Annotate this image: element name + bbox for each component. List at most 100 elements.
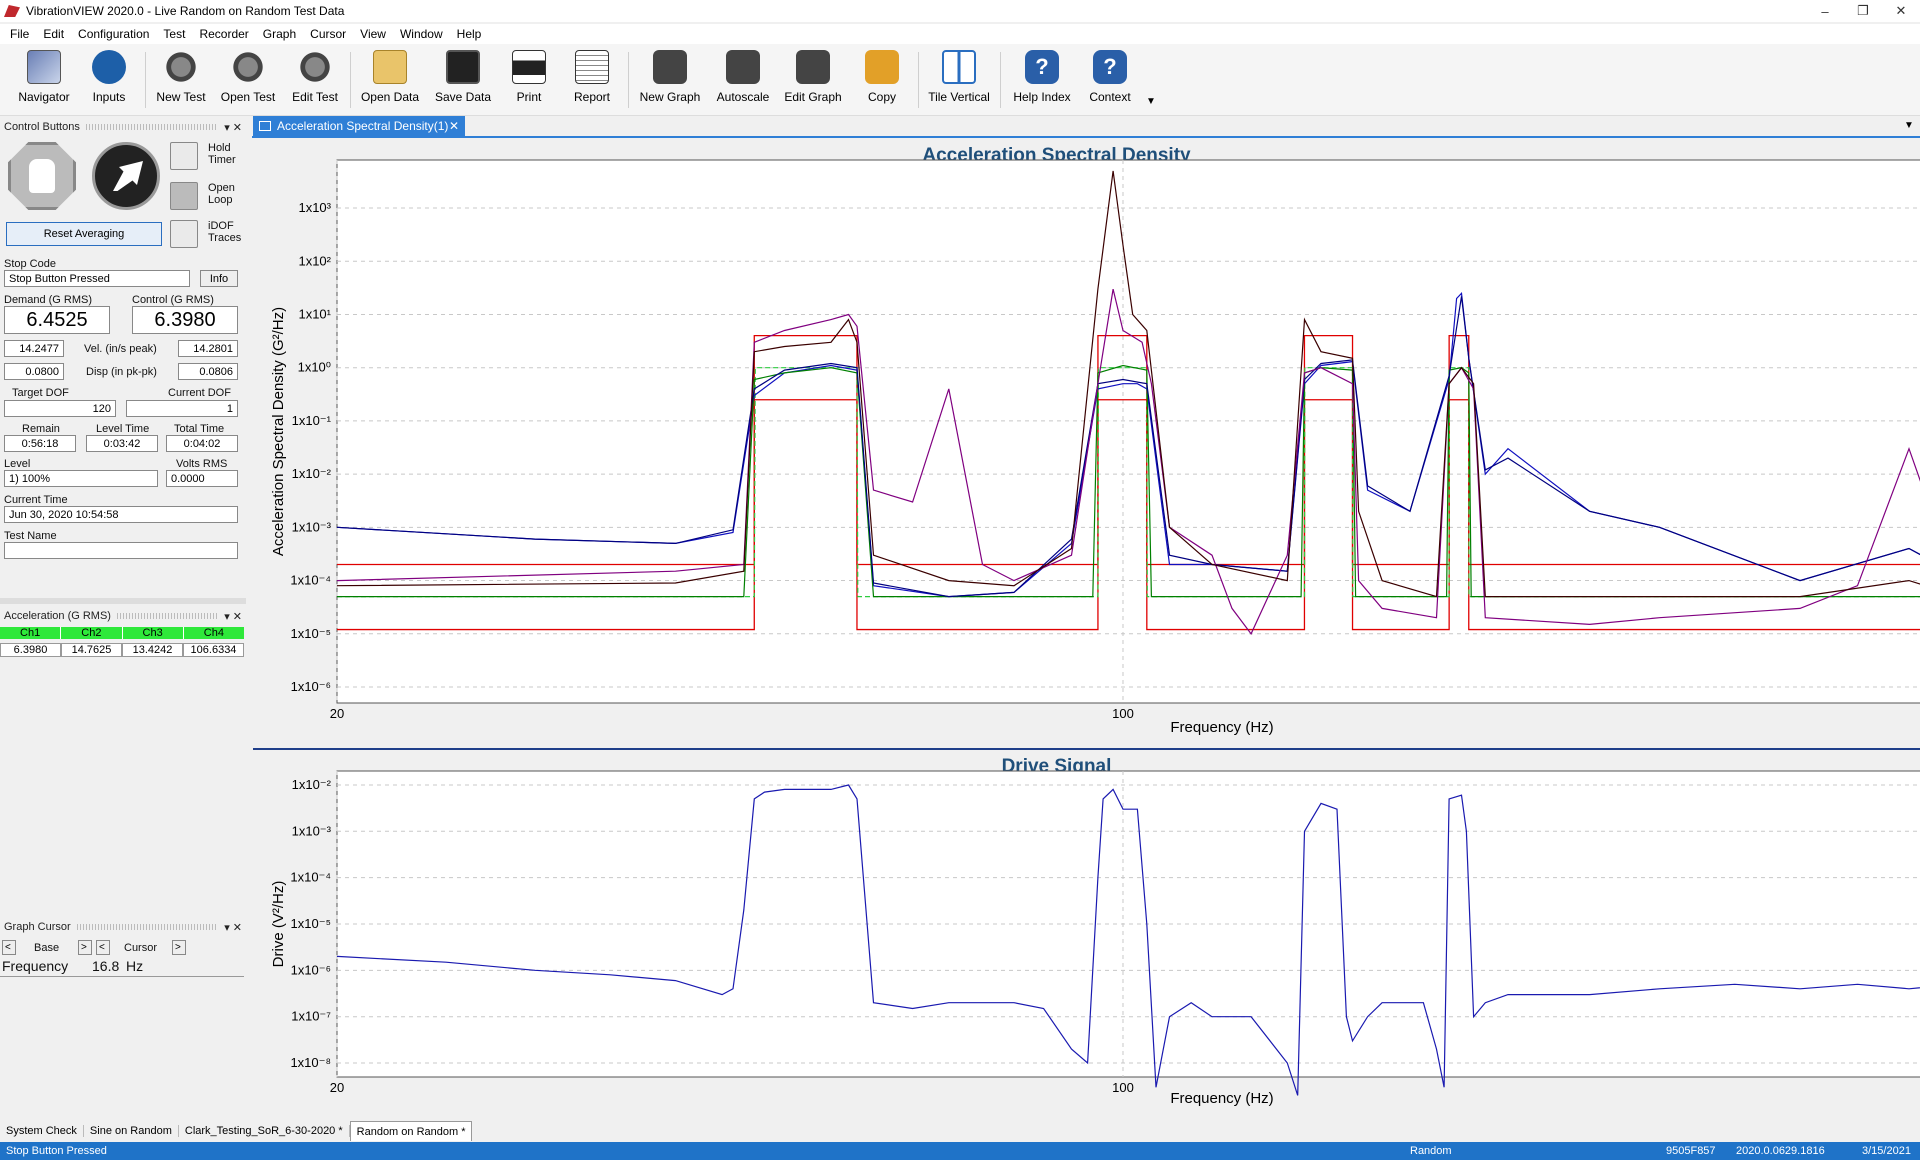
- tab-clark-testing[interactable]: Clark_Testing_SoR_6-30-2020 *: [179, 1125, 350, 1137]
- copy-button[interactable]: Copy: [856, 50, 908, 110]
- control-value: 6.3980: [132, 306, 238, 334]
- panel-close-icon[interactable]: ✕: [233, 610, 242, 623]
- acceleration-panel: Acceleration (G RMS) ▾ ✕ Ch1 Ch2 Ch3 Ch4 …: [0, 607, 246, 667]
- plot-area: [336, 159, 1920, 704]
- minimize-icon[interactable]: –: [1806, 0, 1844, 22]
- current-dof-field: 1: [126, 400, 238, 417]
- y-tick-label: 1x10⁻⁵: [291, 916, 331, 931]
- cursor-next-button[interactable]: >: [172, 940, 186, 955]
- close-icon[interactable]: ✕: [1882, 0, 1920, 22]
- help-index-button[interactable]: ? Help Index: [1008, 50, 1076, 110]
- control-buttons-panel: Control Buttons ▾ ✕ Hold Timer Open Loop …: [0, 118, 246, 598]
- context-button[interactable]: ? Context: [1082, 50, 1138, 110]
- autoscale-label: Autoscale: [716, 90, 770, 104]
- menu-window[interactable]: Window: [400, 27, 443, 41]
- new-test-label: New Test: [156, 90, 206, 104]
- panel-dropdown-icon[interactable]: ▾: [224, 610, 230, 623]
- print-button[interactable]: Print: [504, 50, 554, 110]
- menu-recorder[interactable]: Recorder: [199, 27, 248, 41]
- channel-header-ch1: Ch1: [0, 627, 62, 639]
- y-tick-label: 1x10⁻⁶: [291, 962, 331, 977]
- asd-chart[interactable]: Acceleration Spectral Density1x10⁻⁶1x10⁻…: [253, 140, 1920, 748]
- report-button[interactable]: Report: [566, 50, 618, 110]
- drive-chart[interactable]: Drive Signal1x10⁻⁸1x10⁻⁷1x10⁻⁶1x10⁻⁵1x10…: [253, 751, 1920, 1117]
- inputs-button[interactable]: Inputs: [82, 50, 136, 110]
- toolbar-overflow-chevron-icon[interactable]: ▼: [1146, 96, 1156, 107]
- tab-list-chevron-icon[interactable]: ▼: [1904, 120, 1914, 131]
- control-label: Control (G RMS): [132, 294, 214, 306]
- reset-averaging-button[interactable]: Reset Averaging: [6, 222, 162, 246]
- base-next-button[interactable]: >: [78, 940, 92, 955]
- edit-graph-button[interactable]: Edit Graph: [782, 50, 844, 110]
- panel-close-icon[interactable]: ✕: [233, 921, 242, 934]
- level-time-label: Level Time: [96, 423, 150, 435]
- info-button[interactable]: Info: [200, 270, 238, 287]
- y-tick-label: 1x10⁻⁶: [291, 679, 331, 694]
- start-button[interactable]: [92, 142, 160, 210]
- open-data-button[interactable]: Open Data: [358, 50, 422, 110]
- y-tick-label: 1x10⁻²: [292, 466, 332, 481]
- new-test-button[interactable]: New Test: [152, 50, 210, 110]
- gear-open-icon: [231, 50, 265, 84]
- hold-timer-checkbox[interactable]: [170, 142, 198, 170]
- base-prev-button[interactable]: <: [2, 940, 16, 955]
- tile-vertical-button[interactable]: Tile Vertical: [926, 50, 992, 110]
- folder-icon: [373, 50, 407, 84]
- menu-file[interactable]: File: [10, 27, 29, 41]
- printer-icon: [512, 50, 546, 84]
- x-tick-label: 20: [330, 706, 344, 721]
- save-data-label: Save Data: [434, 90, 492, 104]
- open-loop-checkbox[interactable]: [170, 182, 198, 210]
- menu-cursor[interactable]: Cursor: [310, 27, 346, 41]
- test-name-field: [4, 542, 238, 559]
- document-tab-asd[interactable]: Acceleration Spectral Density(1) ✕: [253, 116, 465, 136]
- menu-view[interactable]: View: [360, 27, 386, 41]
- panel-close-icon[interactable]: ✕: [233, 121, 242, 134]
- y-tick-label: 1x10⁻⁴: [290, 573, 331, 588]
- open-test-button[interactable]: Open Test: [216, 50, 280, 110]
- window-title: VibrationVIEW 2020.0 - Live Random on Ra…: [26, 4, 345, 18]
- tab-random-on-random[interactable]: Random on Random *: [349, 1121, 473, 1141]
- demand-label: Demand (G RMS): [4, 294, 93, 306]
- navigator-button[interactable]: Navigator: [14, 50, 74, 110]
- menu-test[interactable]: Test: [163, 27, 185, 41]
- idof-traces-checkbox[interactable]: [170, 220, 198, 248]
- tab-system-check[interactable]: System Check: [0, 1125, 84, 1137]
- y-tick-label: 1x10⁻³: [292, 519, 332, 534]
- demand-velocity-value: 14.2477: [4, 340, 64, 357]
- menu-help[interactable]: Help: [457, 27, 482, 41]
- status-message: Stop Button Pressed: [6, 1145, 107, 1157]
- menu-bar: File Edit Configuration Test Recorder Gr…: [0, 24, 1920, 44]
- graph-tab-icon: [259, 121, 271, 131]
- restore-icon[interactable]: ❐: [1844, 0, 1882, 22]
- panel-dropdown-icon[interactable]: ▾: [224, 121, 230, 134]
- tab-close-icon[interactable]: ✕: [449, 119, 459, 133]
- channel-header-ch2: Ch2: [61, 627, 123, 639]
- target-dof-field: 120: [4, 400, 116, 417]
- y-tick-label: 1x10²: [298, 253, 331, 268]
- cursor-prev-button[interactable]: <: [96, 940, 110, 955]
- tab-sine-on-random[interactable]: Sine on Random: [84, 1125, 179, 1137]
- menu-edit[interactable]: Edit: [43, 27, 64, 41]
- open-data-label: Open Data: [360, 90, 420, 104]
- graph-cursor-title: Graph Cursor: [4, 921, 71, 933]
- context-label: Context: [1089, 90, 1131, 104]
- y-tick-label: 1x10⁻⁷: [291, 1009, 331, 1024]
- autoscale-button[interactable]: Autoscale: [712, 50, 774, 110]
- menu-configuration[interactable]: Configuration: [78, 27, 149, 41]
- floppy-disk-icon: [446, 50, 480, 84]
- stop-button[interactable]: [8, 142, 76, 210]
- new-graph-button[interactable]: New Graph: [636, 50, 704, 110]
- graph-divider[interactable]: [253, 748, 1920, 750]
- toolbar-separator: [1000, 52, 1001, 108]
- channel-value-ch4: 106.6334: [183, 643, 244, 657]
- panel-splitter[interactable]: [0, 598, 246, 604]
- channel-headers: Ch1 Ch2 Ch3 Ch4: [0, 627, 244, 639]
- print-label: Print: [516, 90, 542, 104]
- x-axis-label: Frequency (Hz): [1170, 719, 1273, 736]
- save-data-button[interactable]: Save Data: [432, 50, 494, 110]
- menu-graph[interactable]: Graph: [263, 27, 296, 41]
- cursor-label: Cursor: [124, 942, 158, 954]
- panel-dropdown-icon[interactable]: ▾: [224, 921, 230, 934]
- edit-test-button[interactable]: Edit Test: [286, 50, 344, 110]
